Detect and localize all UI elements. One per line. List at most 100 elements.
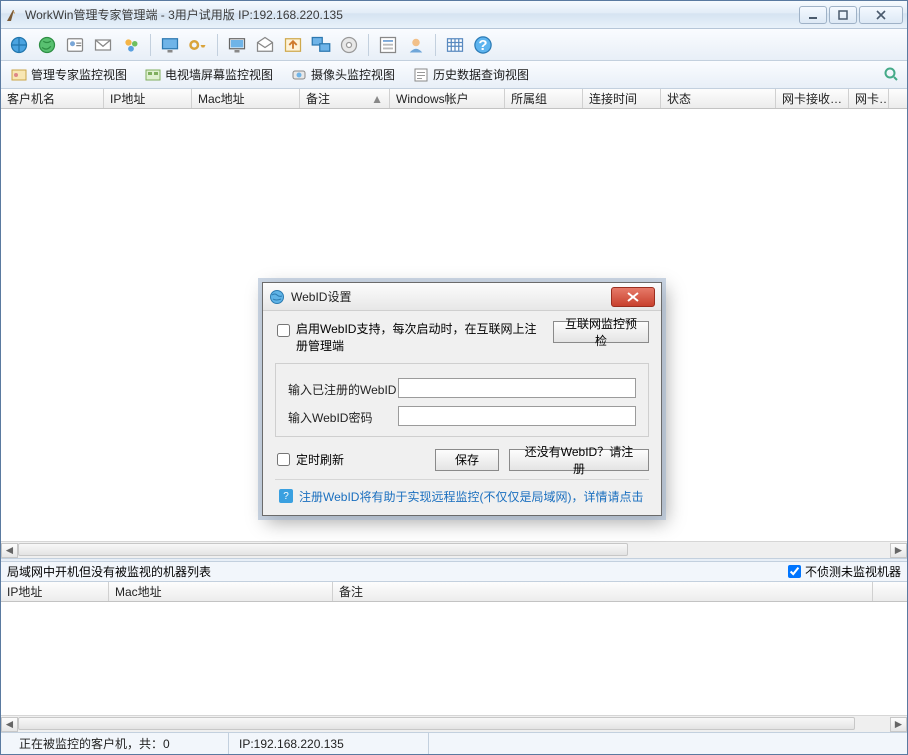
lower-list: IP地址 Mac地址 备注 ◄ ►: [1, 582, 907, 732]
scroll-right-arrow-icon[interactable]: ►: [890, 717, 907, 732]
webid-pwd-input[interactable]: [398, 406, 636, 426]
close-button[interactable]: [859, 6, 903, 24]
column-header[interactable]: 备注▲: [300, 89, 390, 108]
lower-list-body[interactable]: [1, 602, 907, 715]
webid-dialog: WebID设置 启用WebID支持，每次启动时，在互联网上注册管理端 互联网监控…: [262, 282, 662, 516]
main-column-header: 客户机名 IP地址 Mac地址 备注▲ Windows帐户 所属组连接时间 状态 网卡接收…网…: [1, 89, 907, 109]
column-label: IP地址: [110, 90, 145, 107]
column-label: Windows帐户: [396, 90, 469, 107]
minimize-button[interactable]: [799, 6, 827, 24]
column-label: Mac地址: [115, 583, 162, 600]
toolbar-screens-button[interactable]: [309, 33, 333, 57]
webid-row: 输入已注册的WebID: [288, 378, 636, 398]
toolbar-key-button[interactable]: [186, 33, 210, 57]
status-client-count: 正在被监控的客户机，共：0: [9, 733, 229, 754]
no-detect-checkbox-label[interactable]: 不侦测未监视机器: [788, 563, 901, 580]
enable-webid-checkbox[interactable]: [277, 324, 290, 337]
toolbar-mail-open-button[interactable]: [253, 33, 277, 57]
toolbar-separator: [368, 34, 369, 56]
maximize-button[interactable]: [829, 6, 857, 24]
view-tab-2[interactable]: 摄像头监控视图: [287, 64, 399, 85]
status-spacer: [429, 733, 899, 754]
register-button[interactable]: 还没有WebID？请注册: [509, 449, 649, 471]
toolbar-separator: [150, 34, 151, 56]
no-detect-checkbox[interactable]: [788, 565, 801, 578]
webid-pwd-row: 输入WebID密码: [288, 406, 636, 426]
column-label: 状态: [667, 90, 691, 107]
toolbar-disc-button[interactable]: [337, 33, 361, 57]
toolbar-globe-button[interactable]: [7, 33, 31, 57]
scroll-left-arrow-icon[interactable]: ◄: [1, 543, 18, 558]
view-tab-label: 摄像头监控视图: [311, 66, 395, 83]
dialog-footnote[interactable]: ? 注册WebID将有助于实现远程监控(不仅仅是局域网)，详情请点击: [275, 479, 649, 507]
column-header[interactable]: Mac地址: [192, 89, 300, 108]
column-label: 备注: [306, 90, 330, 107]
view-tab-icon: [145, 67, 161, 83]
scroll-track[interactable]: [18, 543, 890, 558]
footnote-text: 注册WebID将有助于实现远程监控(不仅仅是局域网)，详情请点击: [299, 488, 643, 505]
view-tab-label: 电视墙屏幕监控视图: [165, 66, 273, 83]
refresh-checkbox[interactable]: [277, 453, 290, 466]
column-label: Mac地址: [198, 90, 245, 107]
toolbar-person-card-button[interactable]: [63, 33, 87, 57]
titlebar: WorkWin管理专家管理端 - 3用户试用版 IP:192.168.220.1…: [1, 1, 907, 29]
scroll-right-arrow-icon[interactable]: ►: [890, 543, 907, 558]
dialog-titlebar: WebID设置: [263, 283, 661, 311]
lower-hscrollbar[interactable]: ◄ ►: [1, 715, 907, 732]
toolbar-arrow-up-button[interactable]: [281, 33, 305, 57]
toolbar-abacus-button[interactable]: [443, 33, 467, 57]
dialog-close-button[interactable]: [611, 287, 655, 307]
window-title: WorkWin管理专家管理端 - 3用户试用版 IP:192.168.220.1…: [25, 6, 797, 23]
toolbar-earth-button[interactable]: [35, 33, 59, 57]
search-icon[interactable]: [883, 66, 901, 84]
globe-icon: [269, 289, 285, 305]
view-tab-label: 管理专家监控视图: [31, 66, 127, 83]
toolbar-monitor-button[interactable]: [225, 33, 249, 57]
column-header[interactable]: 备注: [333, 582, 873, 601]
column-label: IP地址: [7, 583, 42, 600]
column-header[interactable]: Mac地址: [109, 582, 333, 601]
scroll-thumb[interactable]: [18, 717, 855, 730]
scroll-left-arrow-icon[interactable]: ◄: [1, 717, 18, 732]
column-header[interactable]: 连接时间: [583, 89, 661, 108]
webid-fieldset: 输入已注册的WebID 输入WebID密码: [275, 363, 649, 437]
precheck-button[interactable]: 互联网监控预检: [553, 321, 649, 343]
column-header[interactable]: IP地址: [1, 582, 109, 601]
column-header[interactable]: IP地址: [104, 89, 192, 108]
toolbar-form-button[interactable]: [376, 33, 400, 57]
toolbar-separator: [435, 34, 436, 56]
toolbar-help-button[interactable]: ?: [471, 33, 495, 57]
column-header[interactable]: 网卡接收…: [776, 89, 849, 108]
main-hscrollbar[interactable]: ◄ ►: [1, 541, 907, 558]
lower-column-header: IP地址 Mac地址 备注: [1, 582, 907, 602]
help-icon: ?: [279, 489, 293, 503]
column-header[interactable]: 网卡…: [849, 89, 889, 108]
view-tabs: 管理专家监控视图 电视墙屏幕监控视图 摄像头监控视图 历史数据查询视图: [1, 61, 907, 89]
dialog-body: 启用WebID支持，每次启动时，在互联网上注册管理端 互联网监控预检 输入已注册…: [263, 311, 661, 515]
toolbar-screen-lock-button[interactable]: [158, 33, 182, 57]
column-label: 连接时间: [589, 90, 637, 107]
column-header[interactable]: Windows帐户: [390, 89, 505, 108]
view-tab-icon: [291, 67, 307, 83]
refresh-label: 定时刷新: [296, 451, 344, 468]
toolbar-envelope-button[interactable]: [91, 33, 115, 57]
column-label: 备注: [339, 583, 363, 600]
svg-text:?: ?: [478, 37, 487, 54]
webid-input[interactable]: [398, 378, 636, 398]
scroll-thumb[interactable]: [18, 543, 628, 556]
view-tab-3[interactable]: 历史数据查询视图: [409, 64, 533, 85]
column-header[interactable]: 客户机名: [1, 89, 104, 108]
view-tab-label: 历史数据查询视图: [433, 66, 529, 83]
column-header[interactable]: 所属组: [505, 89, 583, 108]
enable-webid-label: 启用WebID支持，每次启动时，在互联网上注册管理端: [296, 321, 543, 355]
view-tab-icon: [11, 67, 27, 83]
column-header[interactable]: 状态: [661, 89, 776, 108]
view-tab-0[interactable]: 管理专家监控视图: [7, 64, 131, 85]
toolbar-separator: [217, 34, 218, 56]
save-button[interactable]: 保存: [435, 449, 499, 471]
scroll-track[interactable]: [18, 717, 890, 732]
toolbar-group-button[interactable]: [119, 33, 143, 57]
view-tab-1[interactable]: 电视墙屏幕监控视图: [141, 64, 277, 85]
toolbar-user-button[interactable]: [404, 33, 428, 57]
lower-panel-header: 局域网中开机但没有被监视的机器列表 不侦测未监视机器: [1, 562, 907, 582]
